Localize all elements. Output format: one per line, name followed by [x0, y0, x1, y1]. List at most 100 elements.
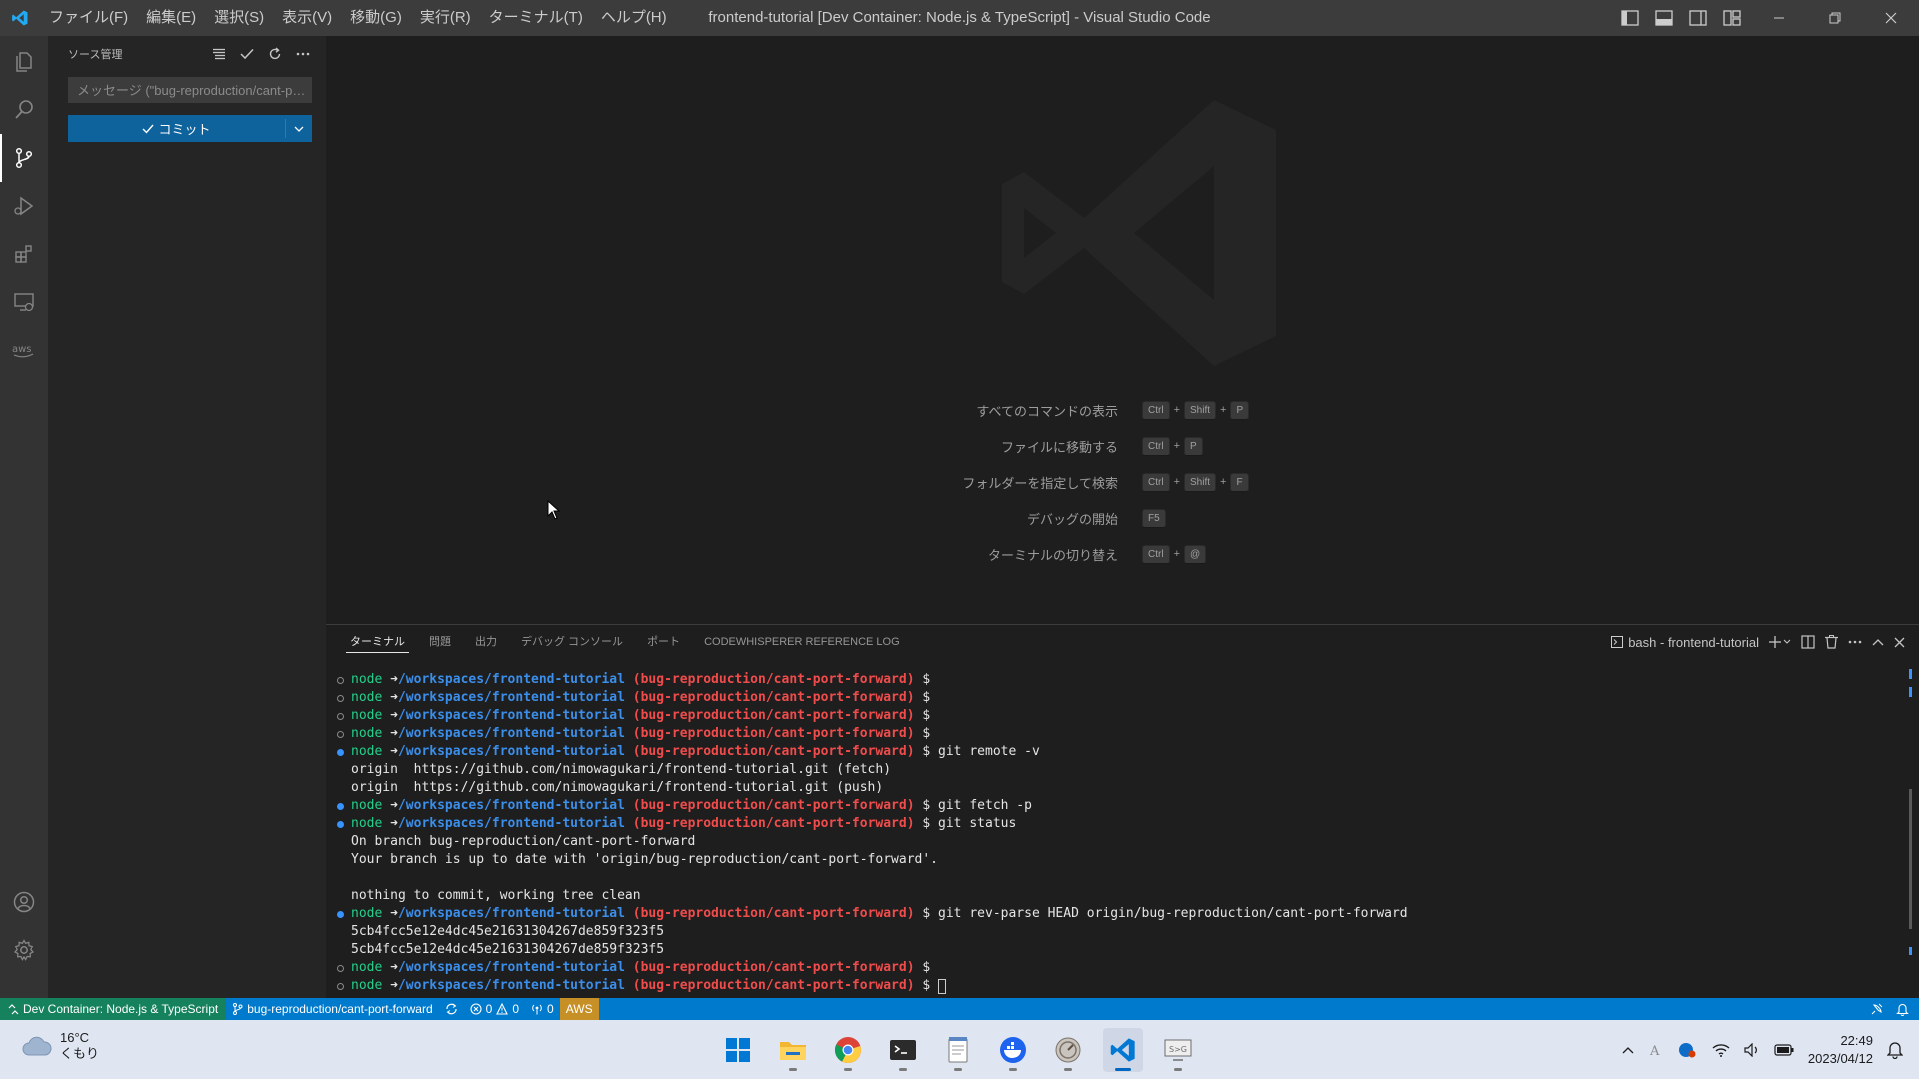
- command-decoration[interactable]: [334, 982, 347, 990]
- notification-bell-icon[interactable]: [1887, 1041, 1903, 1059]
- commit-main-button[interactable]: コミット: [68, 115, 285, 142]
- kill-terminal-icon[interactable]: [1825, 632, 1838, 652]
- docker-icon[interactable]: [993, 1028, 1033, 1072]
- aws-icon[interactable]: aws: [0, 326, 48, 374]
- wifi-icon[interactable]: [1712, 1043, 1730, 1057]
- close-window-button[interactable]: [1863, 0, 1919, 36]
- prompt-suffix: $: [922, 978, 931, 993]
- remote-indicator[interactable]: Dev Container: Node.js & TypeScript: [0, 998, 227, 1020]
- command-decoration[interactable]: [334, 694, 347, 702]
- tab-problems[interactable]: 問題: [417, 625, 463, 659]
- more-actions-icon[interactable]: [294, 45, 312, 63]
- menu-edit[interactable]: 編集(E): [137, 0, 205, 36]
- tab-codewhisperer-log[interactable]: CODEWHISPERER REFERENCE LOG: [692, 625, 912, 659]
- show-hidden-icons-chevron-up-icon[interactable]: [1622, 1046, 1634, 1054]
- terminal-selector[interactable]: bash - frontend-tutorial: [1611, 632, 1759, 652]
- command-decoration[interactable]: [334, 730, 347, 738]
- branch-indicator[interactable]: bug-reproduction/cant-port-forward: [226, 998, 438, 1020]
- vscode-icon[interactable]: [1103, 1027, 1143, 1072]
- weather-widget[interactable]: 16°C くもり: [22, 1030, 99, 1062]
- shortcut-label: デバッグの開始: [1026, 511, 1118, 527]
- customize-layout-icon[interactable]: [1720, 6, 1744, 30]
- toggle-secondary-sidebar-icon[interactable]: [1686, 6, 1710, 30]
- command-decoration[interactable]: [334, 676, 347, 684]
- menu-selection[interactable]: 選択(S): [205, 0, 273, 36]
- keycap: Ctrl: [1142, 436, 1170, 456]
- menu-terminal[interactable]: ターミナル(T): [480, 0, 592, 36]
- command-decoration[interactable]: [334, 910, 347, 918]
- branch-label: bug-reproduction/cant-port-forward: [247, 1002, 433, 1016]
- manage-gear-icon[interactable]: [0, 926, 48, 974]
- volume-icon[interactable]: [1744, 1042, 1760, 1057]
- toggle-primary-sidebar-icon[interactable]: [1618, 6, 1642, 30]
- command-decoration[interactable]: [334, 712, 347, 720]
- remote-desktop-icon[interactable]: S>G: [1158, 1028, 1198, 1072]
- toggle-panel-icon[interactable]: [1652, 6, 1676, 30]
- refresh-icon[interactable]: [266, 45, 284, 63]
- menu-file[interactable]: ファイル(F): [40, 0, 137, 36]
- app-icon[interactable]: [1048, 1028, 1088, 1072]
- terminal-output-line: nothing to commit, working tree clean: [334, 887, 1894, 905]
- command-decoration[interactable]: [334, 802, 347, 810]
- menu-view[interactable]: 表示(V): [273, 0, 341, 36]
- clock-date: 2023/04/12: [1807, 1050, 1873, 1066]
- tab-ports[interactable]: ポート: [635, 625, 692, 659]
- shortcut-label: ファイルに移動する: [1000, 439, 1118, 455]
- aws-status[interactable]: AWS: [559, 998, 599, 1020]
- minimize-button[interactable]: [1751, 0, 1807, 36]
- commit-check-icon[interactable]: [238, 45, 256, 63]
- prompt-path: /workspaces/frontend-tutorial: [397, 906, 625, 921]
- command-decoration[interactable]: [334, 964, 347, 972]
- menu-run[interactable]: 実行(R): [411, 0, 480, 36]
- sync-button[interactable]: [439, 998, 464, 1020]
- menu-help[interactable]: ヘルプ(H): [592, 0, 676, 36]
- windows-start-icon[interactable]: [718, 1028, 758, 1072]
- keycap: F: [1230, 472, 1249, 492]
- prompt-arrow: ➜: [390, 978, 398, 993]
- command-decoration[interactable]: [334, 748, 347, 756]
- chrome-icon[interactable]: [828, 1028, 868, 1072]
- more-actions-icon[interactable]: [1848, 632, 1862, 652]
- commit-dropdown-button[interactable]: [286, 115, 312, 142]
- onedrive-icon[interactable]: [1676, 1041, 1698, 1059]
- tab-debug-console[interactable]: デバッグ コンソール: [509, 625, 635, 659]
- new-terminal-icon[interactable]: [1769, 632, 1791, 652]
- prompt-user: node: [351, 726, 383, 741]
- prompt-branch: (bug-reproduction/cant-port-forward): [632, 690, 915, 705]
- terminal-output[interactable]: node ➜ /workspaces/frontend-tutorial (bug…: [334, 671, 1894, 995]
- close-panel-icon[interactable]: [1894, 632, 1905, 652]
- menu-go[interactable]: 移動(G): [341, 0, 411, 36]
- ports-indicator[interactable]: 0: [525, 998, 560, 1020]
- clock[interactable]: 22:49 2023/04/12: [1808, 1032, 1873, 1068]
- tab-output[interactable]: 出力: [463, 625, 509, 659]
- ime-indicator-icon[interactable]: A: [1648, 1042, 1662, 1058]
- feedback-icon[interactable]: [1864, 998, 1890, 1020]
- terminal-icon[interactable]: [883, 1028, 923, 1072]
- prompt-user: node: [351, 672, 383, 687]
- explorer-icon[interactable]: [0, 38, 48, 86]
- problems-indicator[interactable]: 0 0: [464, 998, 525, 1020]
- commit-button[interactable]: コミット: [68, 115, 312, 142]
- extensions-icon[interactable]: [0, 230, 48, 278]
- restore-button[interactable]: [1807, 0, 1863, 36]
- battery-icon[interactable]: [1774, 1043, 1794, 1056]
- run-debug-icon[interactable]: [0, 182, 48, 230]
- remote-explorer-icon[interactable]: [0, 278, 48, 326]
- search-icon[interactable]: [0, 86, 48, 134]
- maximize-panel-icon[interactable]: [1872, 632, 1884, 652]
- source-control-icon[interactable]: [0, 134, 48, 182]
- command-decoration[interactable]: [334, 820, 347, 828]
- file-explorer-icon[interactable]: [773, 1028, 813, 1072]
- notifications-bell-icon[interactable]: [1890, 998, 1915, 1020]
- notepad-icon[interactable]: [938, 1028, 978, 1072]
- prompt-path: /workspaces/frontend-tutorial: [397, 672, 625, 687]
- accounts-icon[interactable]: [0, 878, 48, 926]
- tab-terminal[interactable]: ターミナル: [338, 625, 417, 659]
- commit-message-input[interactable]: メッセージ ("bug-reproduction/cant-port-forwa…: [68, 77, 312, 103]
- terminal-prompt-line: node ➜/workspaces/frontend-tutorial (bug…: [334, 815, 1894, 833]
- split-terminal-icon[interactable]: [1801, 632, 1815, 652]
- view-as-tree-icon[interactable]: [210, 45, 228, 63]
